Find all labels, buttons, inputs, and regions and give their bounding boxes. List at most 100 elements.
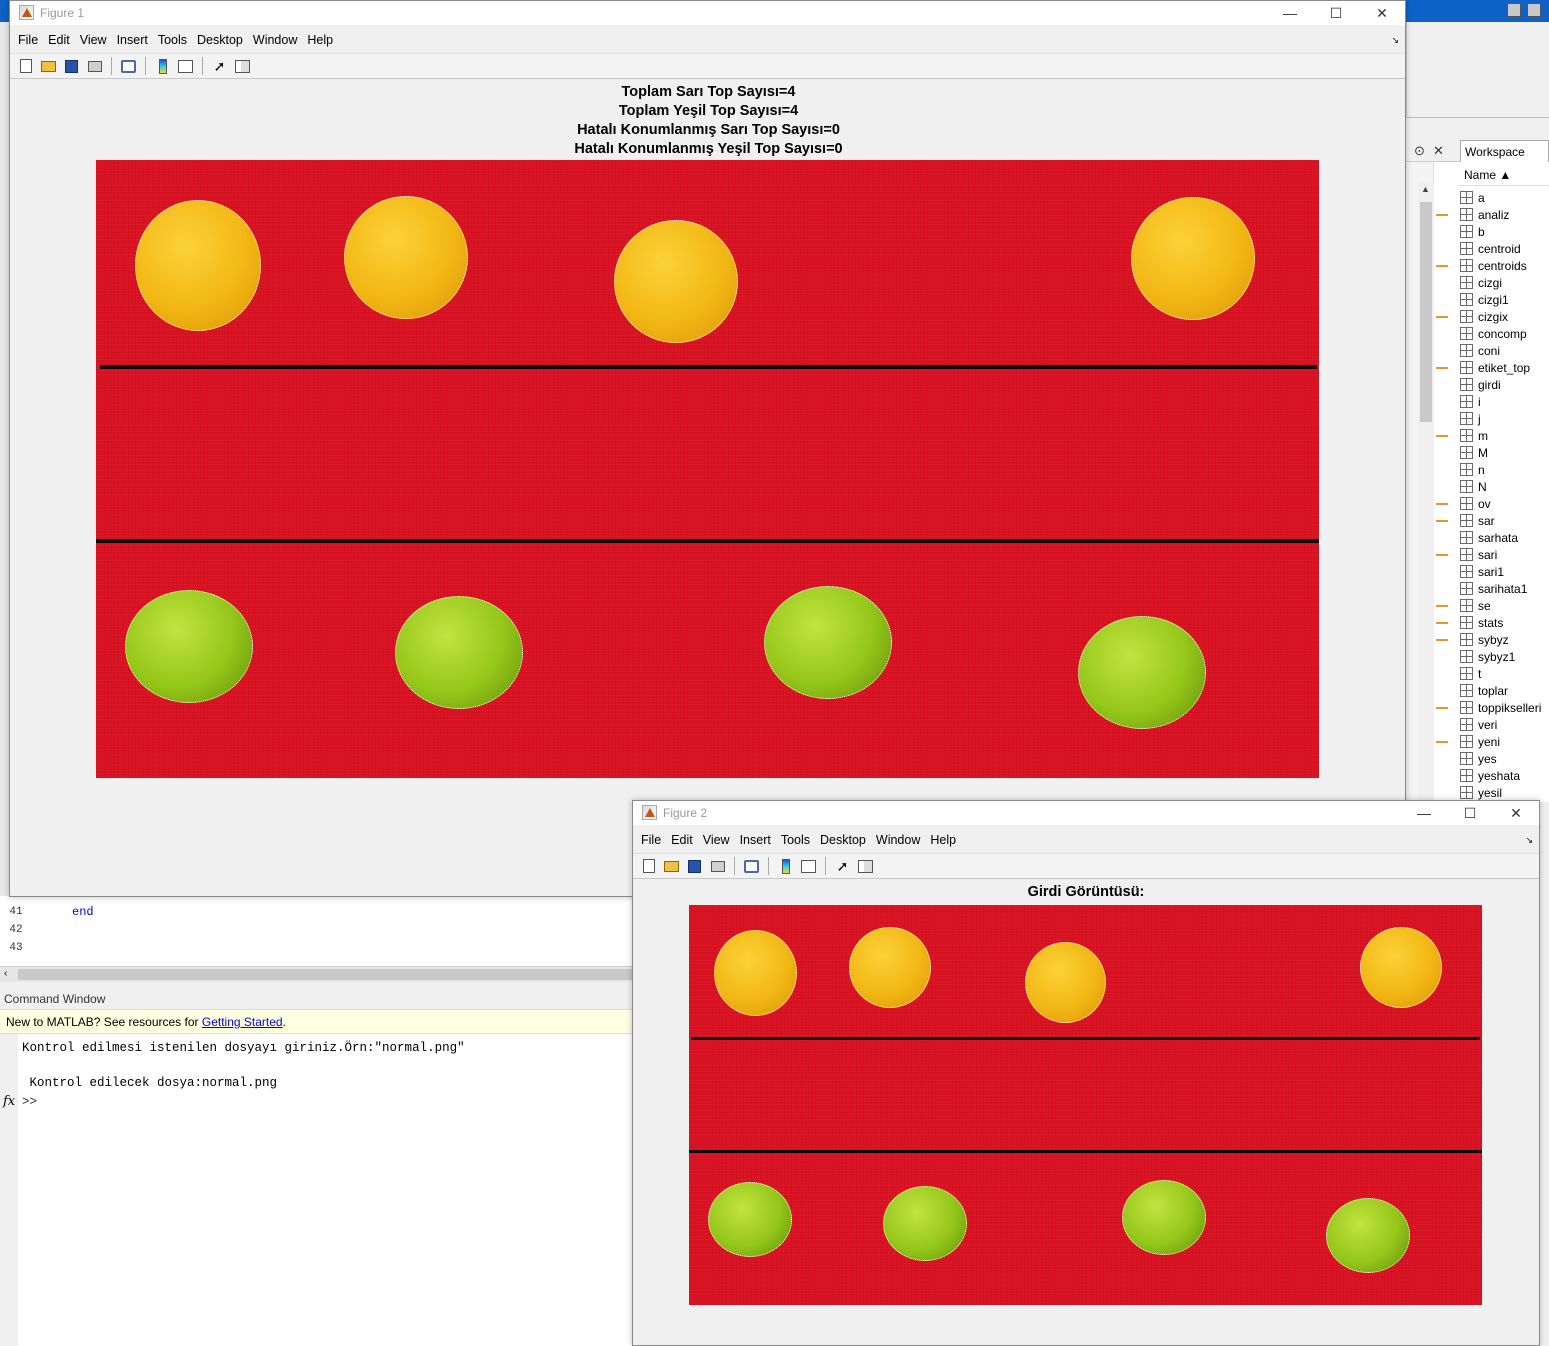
workspace-scrollbar[interactable]: ▲: [1418, 182, 1434, 802]
workspace-variable[interactable]: cizgi1: [1458, 291, 1549, 308]
property-editor-button[interactable]: [856, 856, 876, 876]
workspace-variable[interactable]: ov: [1458, 495, 1549, 512]
figure-2-window[interactable]: Figure 2 — ☐ ✕ File Edit View Insert Too…: [632, 800, 1540, 1346]
workspace-variable[interactable]: cizgix: [1458, 308, 1549, 325]
workspace-variable[interactable]: yes: [1458, 750, 1549, 767]
menu-edit[interactable]: Edit: [48, 33, 78, 47]
workspace-variable[interactable]: veri: [1458, 716, 1549, 733]
workspace-variable[interactable]: toppikselleri: [1458, 699, 1549, 716]
save-figure-button[interactable]: [685, 856, 705, 876]
workspace-variable[interactable]: coni: [1458, 342, 1549, 359]
chevron-down-icon[interactable]: ⊙: [1414, 143, 1425, 159]
menubar-dock-icon[interactable]: ↘: [1525, 835, 1533, 846]
editor-hscrollbar[interactable]: ‹: [0, 966, 634, 982]
scroll-thumb[interactable]: [18, 969, 632, 980]
figure-2-title-bar[interactable]: Figure 2 — ☐ ✕: [633, 801, 1539, 825]
fx-icon[interactable]: fx: [3, 1094, 15, 1109]
workspace-variable[interactable]: yeshata: [1458, 767, 1549, 784]
edit-plot-button[interactable]: ➚: [210, 56, 230, 76]
new-figure-button[interactable]: [16, 56, 36, 76]
workspace-variable[interactable]: m: [1458, 427, 1549, 444]
scroll-up-icon[interactable]: ▲: [1421, 184, 1430, 194]
workspace-variable[interactable]: cizgi: [1458, 274, 1549, 291]
workspace-variable[interactable]: sar: [1458, 512, 1549, 529]
workspace-variable[interactable]: toplar: [1458, 682, 1549, 699]
menu-desktop[interactable]: Desktop: [197, 33, 251, 47]
workspace-variable[interactable]: concomp: [1458, 325, 1549, 342]
workspace-variable[interactable]: n: [1458, 461, 1549, 478]
menu-file[interactable]: File: [641, 833, 669, 847]
menu-view[interactable]: View: [80, 33, 115, 47]
close-button[interactable]: ✕: [1493, 803, 1539, 823]
workspace-tab[interactable]: Workspace: [1460, 140, 1549, 162]
workspace-variable[interactable]: N: [1458, 478, 1549, 495]
workspace-variable[interactable]: girdi: [1458, 376, 1549, 393]
workspace-variable[interactable]: sybyz: [1458, 631, 1549, 648]
menu-insert[interactable]: Insert: [117, 33, 156, 47]
scroll-thumb[interactable]: [1420, 202, 1432, 422]
save-figure-button[interactable]: [62, 56, 82, 76]
minimize-button[interactable]: —: [1267, 3, 1313, 23]
insert-colorbar-button[interactable]: [776, 856, 796, 876]
workspace-variable[interactable]: etiket_top: [1458, 359, 1549, 376]
workspace-variable[interactable]: M: [1458, 444, 1549, 461]
menu-window[interactable]: Window: [253, 33, 305, 47]
close-button[interactable]: ✕: [1359, 3, 1405, 23]
workspace-variable[interactable]: analiz: [1458, 206, 1549, 223]
insert-legend-button[interactable]: [799, 856, 819, 876]
maximize-button[interactable]: ☐: [1313, 3, 1359, 23]
workspace-variable[interactable]: j: [1458, 410, 1549, 427]
workspace-variable[interactable]: a: [1458, 189, 1549, 206]
minimize-button[interactable]: —: [1401, 803, 1447, 823]
menu-view[interactable]: View: [703, 833, 738, 847]
workspace-variable[interactable]: stats: [1458, 614, 1549, 631]
menu-window[interactable]: Window: [876, 833, 928, 847]
code-line[interactable]: end: [72, 905, 94, 919]
insert-legend-button[interactable]: [176, 56, 196, 76]
workspace-variable[interactable]: sybyz1: [1458, 648, 1549, 665]
close-icon[interactable]: ✕: [1433, 143, 1444, 159]
figure-1-title-bar[interactable]: Figure 1 — ☐ ✕: [10, 1, 1405, 25]
edit-plot-button[interactable]: ➚: [833, 856, 853, 876]
open-file-button[interactable]: [39, 56, 59, 76]
link-plot-button[interactable]: [742, 856, 762, 876]
menu-edit[interactable]: Edit: [671, 833, 701, 847]
workspace-variable[interactable]: sarihata1: [1458, 580, 1549, 597]
workspace-variable[interactable]: t: [1458, 665, 1549, 682]
workspace-variable[interactable]: sarhata: [1458, 529, 1549, 546]
getting-started-link[interactable]: Getting Started: [202, 1015, 283, 1029]
workspace-variable[interactable]: centroid: [1458, 240, 1549, 257]
menu-tools[interactable]: Tools: [158, 33, 195, 47]
menubar-dock-icon[interactable]: ↘: [1391, 35, 1399, 46]
open-file-button[interactable]: [662, 856, 682, 876]
print-figure-button[interactable]: [85, 56, 105, 76]
workspace-name-column[interactable]: Name ▲: [1458, 164, 1549, 186]
print-figure-button[interactable]: [708, 856, 728, 876]
workspace-variable[interactable]: yesil: [1458, 784, 1549, 801]
insert-colorbar-button[interactable]: [153, 56, 173, 76]
new-figure-button[interactable]: [639, 856, 659, 876]
command-window[interactable]: Kontrol edilmesi istenilen dosyayı girin…: [0, 1034, 634, 1346]
menu-tools[interactable]: Tools: [781, 833, 818, 847]
workspace-variable[interactable]: centroids: [1458, 257, 1549, 274]
window-icon[interactable]: [1527, 3, 1541, 17]
menu-file[interactable]: File: [18, 33, 46, 47]
property-editor-button[interactable]: [233, 56, 253, 76]
workspace-variable[interactable]: sari1: [1458, 563, 1549, 580]
workspace-variable[interactable]: sari: [1458, 546, 1549, 563]
workspace-variable[interactable]: yeni: [1458, 733, 1549, 750]
menu-insert[interactable]: Insert: [740, 833, 779, 847]
workspace-variable[interactable]: se: [1458, 597, 1549, 614]
menu-help[interactable]: Help: [930, 833, 964, 847]
figure-1-window[interactable]: Figure 1 — ☐ ✕ File Edit View Insert Too…: [9, 0, 1406, 897]
scroll-left-icon[interactable]: ‹: [4, 968, 7, 979]
menu-desktop[interactable]: Desktop: [820, 833, 874, 847]
menu-help[interactable]: Help: [307, 33, 341, 47]
save-icon[interactable]: [1507, 3, 1521, 17]
editor-pane[interactable]: 41 end 42 43: [0, 896, 634, 966]
maximize-button[interactable]: ☐: [1447, 803, 1493, 823]
command-prompt[interactable]: >>: [22, 1095, 37, 1109]
link-plot-button[interactable]: [119, 56, 139, 76]
workspace-variable[interactable]: i: [1458, 393, 1549, 410]
workspace-variable[interactable]: b: [1458, 223, 1549, 240]
